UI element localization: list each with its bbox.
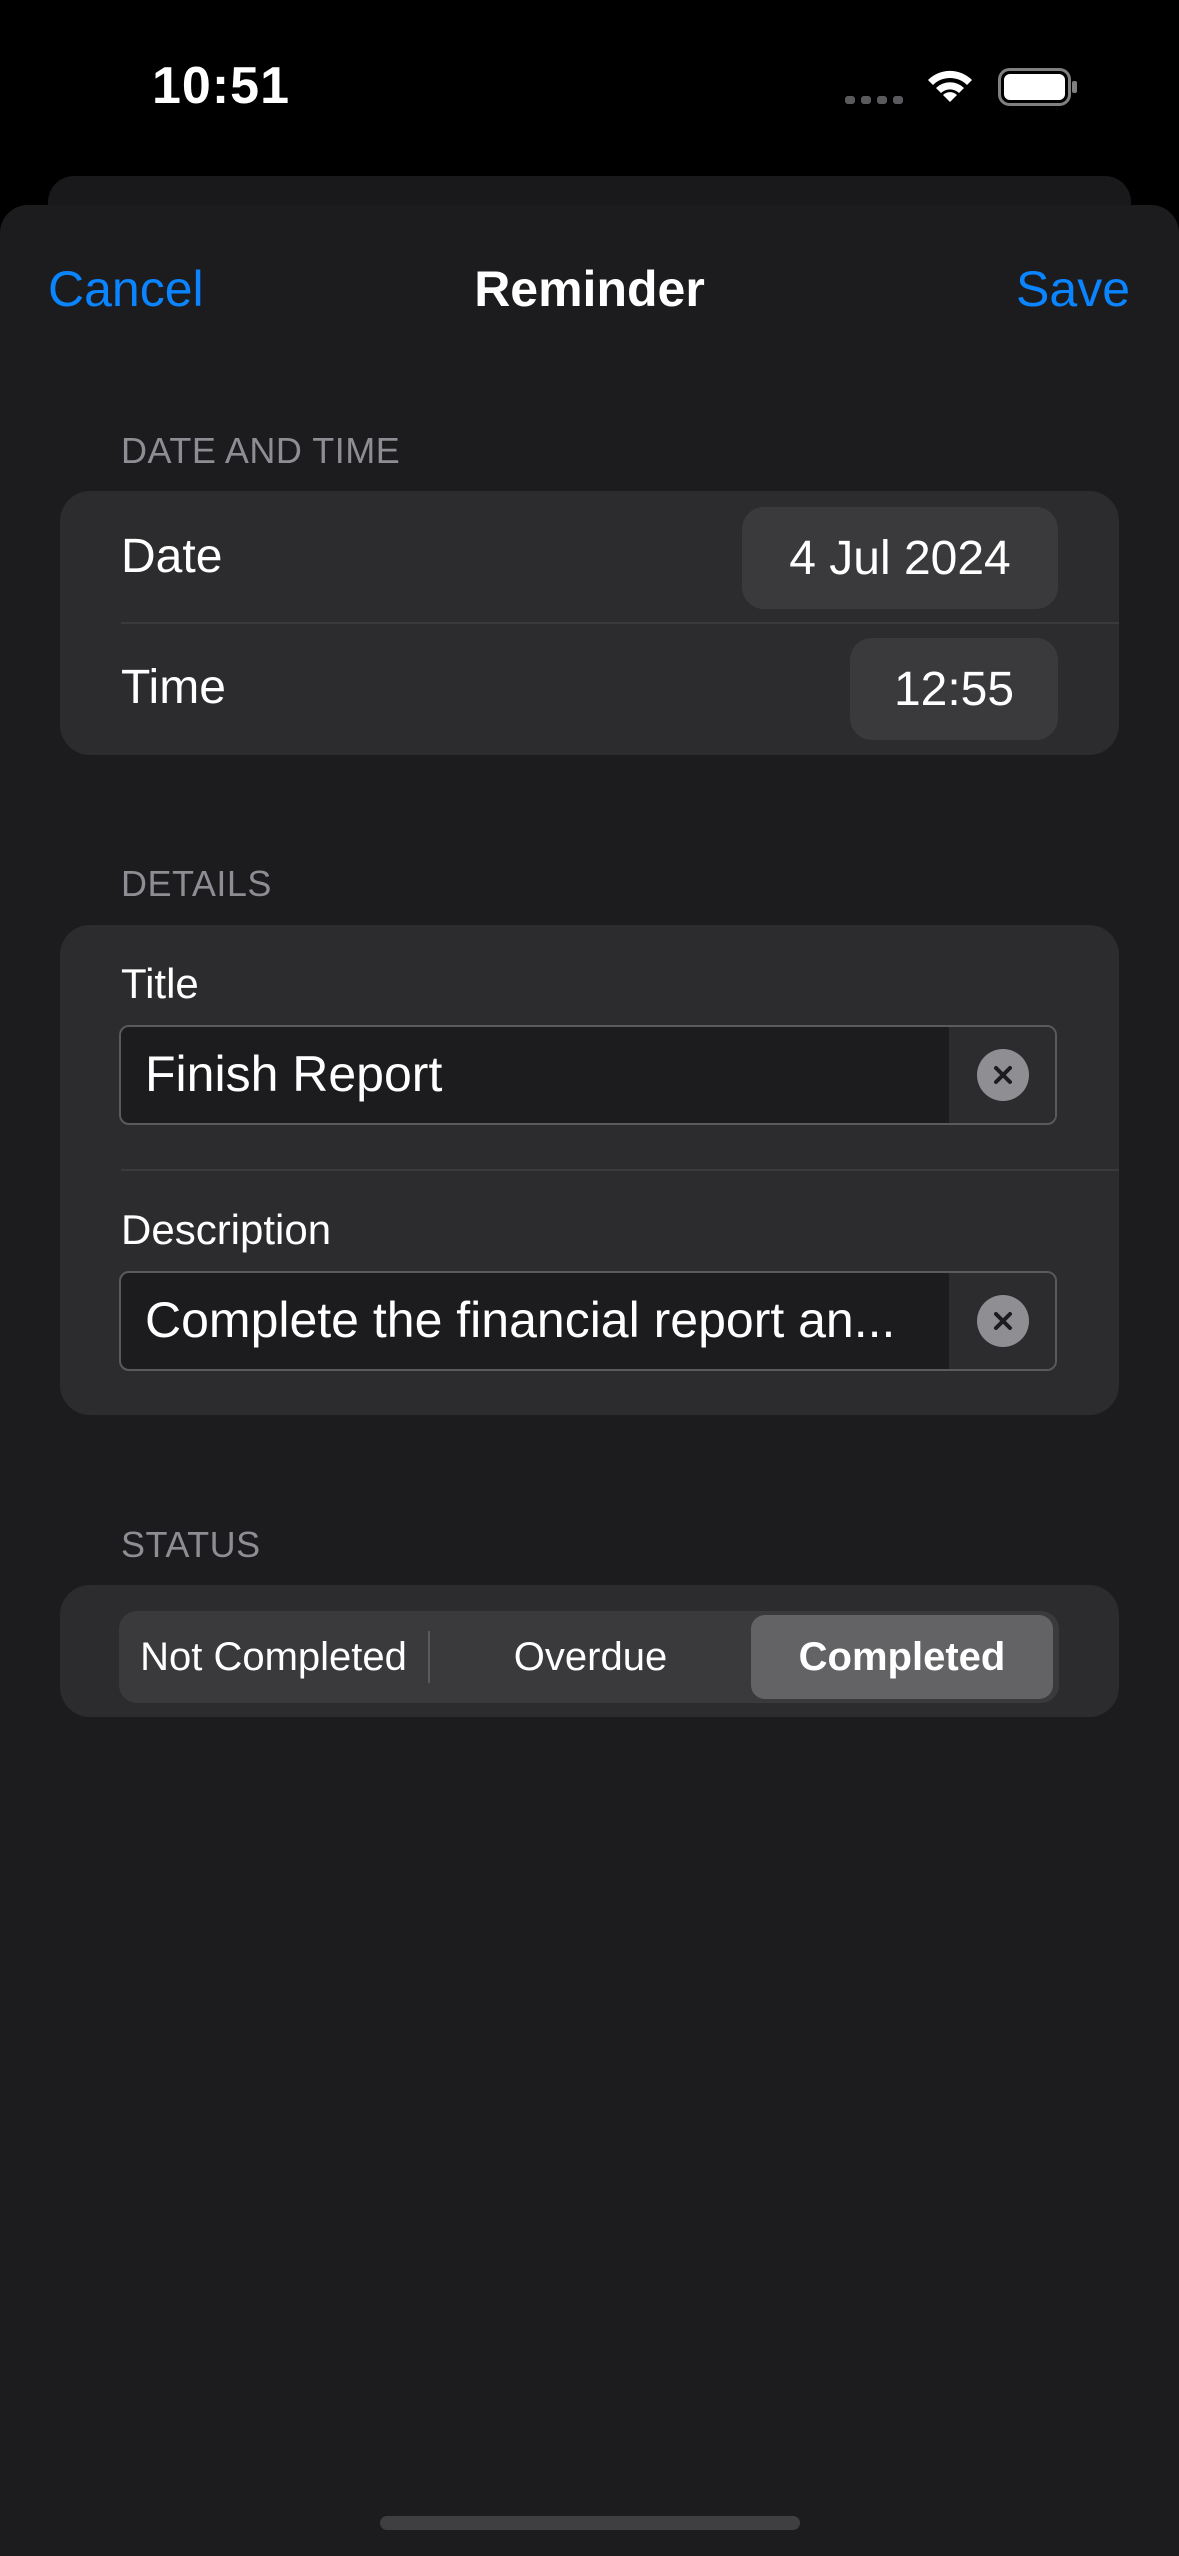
title-label: Title (121, 960, 199, 1007)
date-label: Date (121, 530, 223, 583)
home-indicator[interactable] (380, 2516, 800, 2530)
description-field[interactable]: Complete the financial report an... (119, 1271, 1057, 1371)
clear-title-button[interactable] (977, 1049, 1029, 1101)
description-field-value: Complete the financial report an... (145, 1292, 896, 1348)
description-clear-zone (949, 1273, 1055, 1369)
row-divider (121, 622, 1119, 624)
section-header-date-time: DATE AND TIME (121, 430, 401, 471)
row-divider (121, 1169, 1119, 1171)
date-time-card: Date 4 Jul 2024 Time 12:55 (60, 491, 1119, 755)
cellular-signal-icon (845, 96, 905, 104)
details-card: Title Finish Report Description Complete… (60, 925, 1119, 1415)
time-picker-button[interactable]: 12:55 (850, 638, 1058, 740)
section-header-status: STATUS (121, 1524, 261, 1565)
date-picker-button[interactable]: 4 Jul 2024 (742, 507, 1058, 609)
title-field[interactable]: Finish Report (119, 1025, 1057, 1125)
title-field-value: Finish Report (145, 1046, 443, 1102)
title-clear-zone (949, 1027, 1055, 1123)
status-time: 10:51 (152, 57, 290, 115)
section-header-details: DETAILS (121, 863, 272, 904)
segment-completed[interactable]: Completed (751, 1611, 1053, 1703)
wifi-icon (928, 70, 972, 102)
clear-description-button[interactable] (977, 1295, 1029, 1347)
status-segmented-control: Not Completed Overdue Completed (119, 1611, 1059, 1703)
status-bar: 10:51 (0, 0, 1179, 180)
xmark-icon (994, 1312, 1012, 1330)
battery-icon (998, 68, 1077, 106)
status-card: Not Completed Overdue Completed (60, 1585, 1119, 1717)
segment-not-completed[interactable]: Not Completed (119, 1611, 428, 1703)
segment-overdue[interactable]: Overdue (430, 1611, 751, 1703)
xmark-icon (994, 1066, 1012, 1084)
time-label: Time (121, 661, 226, 714)
save-button[interactable]: Save (1016, 260, 1130, 318)
description-label: Description (121, 1206, 332, 1253)
cancel-button[interactable]: Cancel (48, 260, 204, 318)
